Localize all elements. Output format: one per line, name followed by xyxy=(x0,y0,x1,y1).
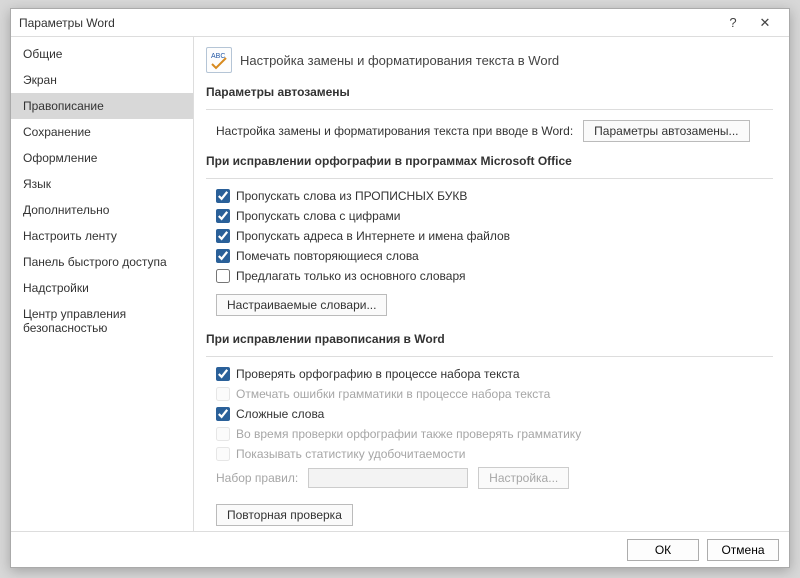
opt-mark-grammar-typing: Отмечать ошибки грамматики в процессе на… xyxy=(216,387,773,401)
autocorrect-desc: Настройка замены и форматирования текста… xyxy=(216,124,573,138)
options-dialog: Параметры Word ? ✕ Общие Экран Правописа… xyxy=(10,8,790,568)
divider xyxy=(206,356,773,357)
content-pane: ABC Настройка замены и форматирования те… xyxy=(194,37,789,531)
sidebar-item-display[interactable]: Экран xyxy=(11,67,193,93)
autocorrect-options-button[interactable]: Параметры автозамены... xyxy=(583,120,749,142)
sidebar-item-addins[interactable]: Надстройки xyxy=(11,275,193,301)
close-button[interactable]: ✕ xyxy=(749,15,781,31)
dialog-body: Общие Экран Правописание Сохранение Офор… xyxy=(11,37,789,531)
opt-flag-repeated[interactable]: Помечать повторяющиеся слова xyxy=(216,249,773,263)
sidebar-item-customize-ribbon[interactable]: Настроить ленту xyxy=(11,223,193,249)
titlebar: Параметры Word ? ✕ xyxy=(11,9,789,37)
sidebar-item-language[interactable]: Язык xyxy=(11,171,193,197)
dialog-footer: ОК Отмена xyxy=(11,531,789,567)
sidebar-item-save[interactable]: Сохранение xyxy=(11,119,193,145)
recheck-button[interactable]: Повторная проверка xyxy=(216,504,353,526)
sidebar-item-trust-center[interactable]: Центр управления безопасностью xyxy=(11,301,193,341)
opt-check-grammar-with-spelling: Во время проверки орфографии также прове… xyxy=(216,427,773,441)
ruleset-row: Набор правил: Настройка... xyxy=(216,467,773,489)
window-title: Параметры Word xyxy=(19,16,717,30)
ruleset-combo xyxy=(308,468,468,488)
sidebar-item-design[interactable]: Оформление xyxy=(11,145,193,171)
sidebar-item-proofing[interactable]: Правописание xyxy=(11,93,193,119)
content-wrap: ABC Настройка замены и форматирования те… xyxy=(194,37,789,531)
abc-check-icon: ABC xyxy=(206,47,232,73)
help-button[interactable]: ? xyxy=(717,15,749,30)
opt-check-spelling-typing[interactable]: Проверять орфографию в процессе набора т… xyxy=(216,367,773,381)
custom-dictionaries-button[interactable]: Настраиваемые словари... xyxy=(216,294,387,316)
opt-ignore-urls[interactable]: Пропускать адреса в Интернете и имена фа… xyxy=(216,229,773,243)
autocorrect-row: Настройка замены и форматирования текста… xyxy=(216,120,773,142)
sidebar-item-quick-access[interactable]: Панель быстрого доступа xyxy=(11,249,193,275)
page-heading: ABC Настройка замены и форматирования те… xyxy=(206,47,773,73)
ruleset-settings-button: Настройка... xyxy=(478,467,569,489)
sidebar-item-general[interactable]: Общие xyxy=(11,41,193,67)
section-spelling-office-title: При исправлении орфографии в программах … xyxy=(206,154,773,168)
section-autocorrect-title: Параметры автозамены xyxy=(206,85,773,99)
sidebar-item-advanced[interactable]: Дополнительно xyxy=(11,197,193,223)
opt-readability-stats: Показывать статистику удобочитаемости xyxy=(216,447,773,461)
opt-compound-words[interactable]: Сложные слова xyxy=(216,407,773,421)
section-spelling-word-title: При исправлении правописания в Word xyxy=(206,332,773,346)
svg-text:ABC: ABC xyxy=(211,53,225,60)
opt-ignore-uppercase[interactable]: Пропускать слова из ПРОПИСНЫХ БУКВ xyxy=(216,189,773,203)
sidebar: Общие Экран Правописание Сохранение Офор… xyxy=(11,37,194,531)
divider xyxy=(206,109,773,110)
opt-ignore-numbers[interactable]: Пропускать слова с цифрами xyxy=(216,209,773,223)
ok-button[interactable]: ОК xyxy=(627,539,699,561)
ruleset-label: Набор правил: xyxy=(216,471,298,485)
page-heading-text: Настройка замены и форматирования текста… xyxy=(240,53,559,68)
divider xyxy=(206,178,773,179)
cancel-button[interactable]: Отмена xyxy=(707,539,779,561)
opt-main-dict-only[interactable]: Предлагать только из основного словаря xyxy=(216,269,773,283)
